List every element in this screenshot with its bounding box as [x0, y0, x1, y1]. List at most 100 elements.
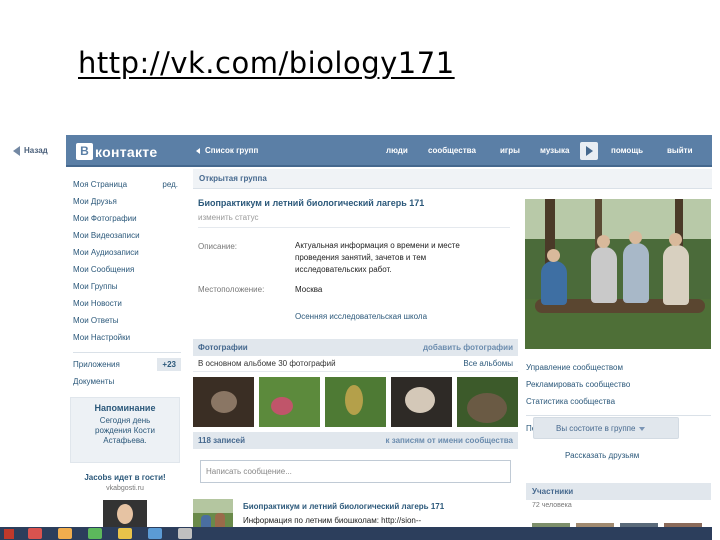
main-content: Открытая группа Биопрактикум и летний би… [193, 169, 712, 539]
birthday-reminder: Напоминание Сегодня день рождения Кости … [70, 397, 180, 463]
manage-community-link[interactable]: Управление сообществом [526, 359, 711, 376]
taskbar-app-icon[interactable] [58, 528, 72, 539]
photos-header: Фотографии добавить фотографии [193, 339, 518, 356]
post-author[interactable]: Биопрактикум и летний биологический лаге… [243, 502, 444, 511]
community-stats-link[interactable]: Статистика сообщества [526, 393, 711, 410]
ad-face [117, 504, 133, 524]
membership-button[interactable]: Вы состоите в группе [533, 417, 679, 439]
chevron-left-icon [196, 147, 200, 154]
taskbar-app-icon[interactable] [178, 528, 192, 539]
nav-music[interactable]: музыка [540, 146, 569, 155]
change-status-link[interactable]: изменить статус [198, 213, 259, 222]
photos-title[interactable]: Фотографии [198, 339, 248, 356]
top-bar: В контакте Список групп люди сообщества … [66, 135, 712, 167]
photo-person [623, 243, 649, 303]
nav-help[interactable]: помощь [611, 146, 643, 155]
photo-thumb[interactable] [457, 377, 518, 427]
nav-people[interactable]: люди [386, 146, 408, 155]
wall-count[interactable]: 118 записей [198, 432, 245, 449]
photo-thumb[interactable] [325, 377, 386, 427]
vk-logo-text: контакте [95, 143, 158, 160]
all-albums-link[interactable]: Все альбомы [463, 356, 513, 372]
post-text: Информация по летним биошколам: http://s… [243, 516, 422, 525]
sidebar-item-friends[interactable]: Мои Друзья [73, 193, 181, 210]
membership-label: Вы состоите в группе [556, 424, 636, 433]
description-value: Актуальная информация о времени и месте … [295, 241, 460, 274]
nav-logout[interactable]: выйти [667, 146, 693, 155]
sidebar-item-label: Моя Страница [73, 180, 128, 189]
photo-thumb[interactable] [391, 377, 452, 427]
sidebar-item-videos[interactable]: Мои Видеозаписи [73, 227, 181, 244]
description-label: Описание: [198, 242, 238, 251]
members-header[interactable]: Участники [526, 483, 711, 500]
album-count: В основном альбоме 30 фотографий [198, 359, 336, 368]
group-list-link[interactable]: Список групп [196, 146, 258, 155]
thumb-shape [271, 397, 293, 415]
sidebar-item-news[interactable]: Мои Новости [73, 295, 181, 312]
location-value: Москва [295, 285, 323, 294]
vk-page: В контакте Список групп люди сообщества … [66, 135, 712, 540]
avatar-shape [193, 499, 233, 513]
wall-header: 118 записей к записям от имени сообществ… [193, 432, 518, 449]
taskbar-app-icon[interactable] [88, 528, 102, 539]
photo-head [629, 231, 642, 244]
ad-image[interactable] [103, 500, 147, 528]
photo-thumb[interactable] [193, 377, 254, 427]
links-divider [526, 415, 711, 416]
photo-thumb[interactable] [259, 377, 320, 427]
sidebar-item-audio[interactable]: Мои Аудиозаписи [73, 244, 181, 261]
thumb-shape [467, 393, 507, 423]
reminder-text[interactable]: Сегодня день рождения Кости Астафьева. [71, 416, 179, 446]
start-icon[interactable] [4, 529, 14, 539]
photo-head [547, 249, 560, 262]
message-input[interactable]: Написать сообщение... [200, 460, 511, 483]
community-posts-link[interactable]: к записям от имени сообщества [385, 432, 513, 449]
group-photo[interactable] [525, 199, 711, 349]
reminder-title: Напоминание [94, 403, 156, 413]
members-count: 72 человека [532, 502, 572, 509]
sidebar-item-settings[interactable]: Мои Настройки [73, 329, 181, 346]
photo-head [669, 233, 682, 246]
tell-friends-link[interactable]: Рассказать друзьям [565, 451, 639, 460]
sidebar-item-answers[interactable]: Мои Ответы [73, 312, 181, 329]
group-list-label: Список групп [205, 146, 259, 155]
sidebar-item-groups[interactable]: Мои Группы [73, 278, 181, 295]
thumb-shape [345, 385, 363, 415]
school-link[interactable]: Осенняя исследовательская школа [295, 312, 427, 321]
menu-divider [73, 352, 181, 353]
advertise-community-link[interactable]: Рекламировать сообщество [526, 376, 711, 393]
info-divider [198, 227, 510, 228]
sidebar-ad[interactable]: Jacobs идет в гости! vkabgosti.ru [70, 473, 180, 528]
location-label: Местоположение: [198, 285, 265, 294]
vk-logo[interactable]: В контакте [76, 143, 158, 160]
photo-person [541, 261, 567, 305]
nav-games[interactable]: игры [500, 146, 520, 155]
vk-logo-icon: В [76, 143, 93, 160]
add-photos-link[interactable]: добавить фотографии [423, 339, 513, 356]
taskbar [0, 527, 712, 540]
thumb-shape [211, 391, 237, 413]
photo-person [663, 245, 689, 305]
taskbar-app-icon[interactable] [28, 528, 42, 539]
back-button[interactable]: Назад [13, 146, 48, 156]
sidebar-item-messages[interactable]: Мои Сообщения [73, 261, 181, 278]
nav-communities[interactable]: сообщества [428, 146, 476, 155]
slide: http://vk.com/biology171 Назад В контакт… [0, 0, 720, 540]
photo-person [591, 247, 617, 303]
apps-count-badge: +23 [157, 358, 181, 371]
ad-title[interactable]: Jacobs идет в гости! [70, 473, 180, 483]
slide-title-url[interactable]: http://vk.com/biology171 [78, 46, 455, 80]
chevron-down-icon [639, 426, 646, 431]
edit-link[interactable]: ред. [162, 176, 178, 193]
sidebar-item-apps[interactable]: Приложения +23 [73, 356, 181, 373]
sidebar-item-documents[interactable]: Документы [73, 373, 181, 390]
music-play-button[interactable] [580, 142, 598, 160]
thumb-shape [405, 387, 435, 413]
back-label: Назад [24, 146, 48, 156]
taskbar-app-icon[interactable] [118, 528, 132, 539]
sidebar-item-photos[interactable]: Мои Фотографии [73, 210, 181, 227]
vk-screenshot: Назад В контакте Список групп люди сообщ… [0, 135, 712, 540]
photo-head [597, 235, 610, 248]
sidebar-item-my-page[interactable]: Моя Страница ред. [73, 176, 181, 193]
taskbar-app-icon[interactable] [148, 528, 162, 539]
